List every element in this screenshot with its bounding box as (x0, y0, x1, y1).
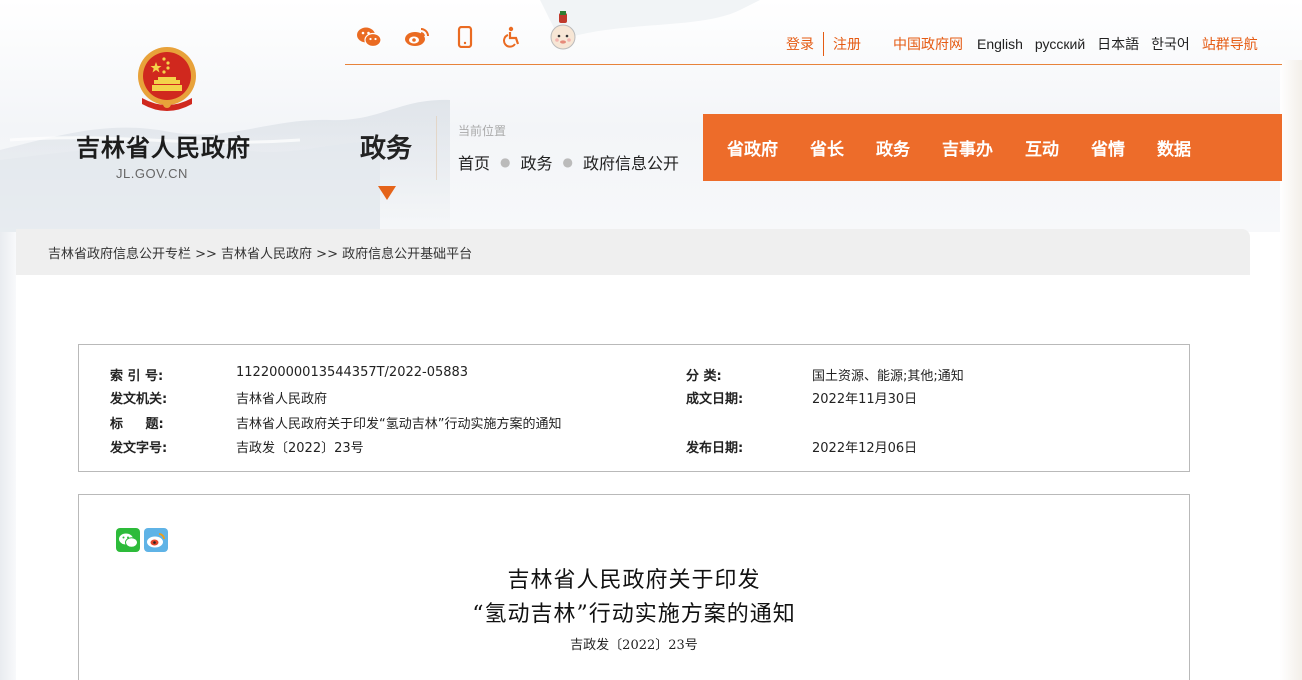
accessibility-icon[interactable] (500, 24, 526, 50)
meta-issuer-label: 发文机关: (110, 392, 168, 407)
japanese-link[interactable]: 日本語 (1097, 34, 1139, 54)
location-zhengwu-link[interactable]: 政务 (521, 150, 553, 174)
meta-written-row: 成文日期: (686, 388, 743, 407)
meta-publish-value: 2022年12月06日 (812, 441, 918, 456)
meta-category-value-wrap: 国土资源、能源;其他;通知 (812, 365, 964, 384)
meta-index-value: 11220000013544357T/2022-05883 (236, 365, 469, 380)
right-decoration (1280, 60, 1302, 680)
meta-title-value: 吉林省人民政府关于印发“氢动吉林”行动实施方案的通知 (236, 417, 562, 432)
meta-publish-value-wrap: 2022年12月06日 (812, 437, 917, 456)
register-link[interactable]: 注册 (833, 34, 861, 54)
top-divider (345, 64, 1282, 65)
nav-item-province-info[interactable]: 省情 (1091, 135, 1125, 160)
share-buttons (116, 528, 168, 552)
nav-item-governor[interactable]: 省长 (810, 135, 844, 160)
breadcrumb: 吉林省政府信息公开专栏 >> 吉林省人民政府 >> 政府信息公开基础平台 (16, 229, 1250, 275)
meta-publish-row: 发布日期: (686, 437, 743, 456)
meta-written-value-wrap: 2022年11月30日 (812, 388, 917, 407)
top-links: 登录 注册 中国政府网 English русский 日本語 한국어 站群导航 (786, 32, 1258, 56)
divider (823, 32, 824, 56)
site-nav-link[interactable]: 站群导航 (1202, 34, 1258, 54)
login-link[interactable]: 登录 (786, 34, 814, 54)
location-breadcrumb: 首页 ● 政务 ● 政府信息公开 (458, 150, 679, 174)
mascot-icon[interactable] (548, 11, 578, 52)
meta-docno-value: 吉政发〔2022〕23号 (236, 441, 364, 456)
wechat-icon[interactable] (356, 24, 382, 50)
national-emblem-icon[interactable] (134, 44, 200, 120)
site-name[interactable]: 吉林省人民政府 (76, 128, 251, 163)
location-info-link[interactable]: 政府信息公开 (583, 150, 679, 174)
utility-icons (356, 11, 578, 52)
document-number: 吉政发〔2022〕23号 (570, 638, 698, 653)
nav-item-interaction[interactable]: 互动 (1025, 135, 1059, 160)
main-nav: 省政府 省长 政务 吉事办 互动 省情 数据 (703, 114, 1282, 181)
meta-category-row: 分 类: (686, 365, 722, 384)
location-home-link[interactable]: 首页 (458, 150, 490, 174)
meta-docno-row: 发文字号: (110, 437, 167, 456)
location-caption: 当前位置 (458, 124, 507, 138)
nav-item-provincial-gov[interactable]: 省政府 (727, 135, 778, 160)
document-title-line1: 吉林省人民政府关于印发 (507, 568, 761, 593)
weibo-icon[interactable] (404, 24, 430, 50)
dot-separator-icon: ● (500, 155, 511, 169)
gov-cn-link[interactable]: 中国政府网 (893, 34, 963, 54)
meta-title-value-wrap: 吉林省人民政府关于印发“氢动吉林”行动实施方案的通知 (236, 413, 561, 432)
meta-docno-label: 发文字号: (110, 441, 168, 456)
meta-category-value: 国土资源、能源;其他;通知 (812, 369, 964, 384)
section-title: 政务 (360, 134, 413, 164)
meta-title-label: 标 题: (110, 417, 164, 432)
weibo-share-icon[interactable] (144, 528, 168, 552)
meta-publish-label: 发布日期: (686, 441, 744, 456)
wechat-share-icon[interactable] (116, 528, 140, 552)
meta-index-value-wrap: 11220000013544357T/2022-05883 (236, 365, 468, 380)
breadcrumb-text[interactable]: 吉林省政府信息公开专栏 >> 吉林省人民政府 >> 政府信息公开基础平台 (48, 243, 472, 262)
meta-written-label: 成文日期: (686, 392, 744, 407)
site-domain: JL.GOV.CN (116, 166, 188, 181)
mobile-icon[interactable] (452, 24, 478, 50)
triangle-down-icon (378, 186, 396, 200)
nav-item-affairs[interactable]: 政务 (876, 135, 910, 160)
divider (436, 116, 437, 180)
english-link[interactable]: English (977, 36, 1023, 52)
meta-written-value: 2022年11月30日 (812, 392, 918, 407)
meta-index-label: 索 引 号: (110, 369, 164, 384)
dot-separator-icon: ● (562, 155, 573, 169)
meta-title-row: 标 题: (110, 413, 164, 432)
nav-item-services[interactable]: 吉事办 (942, 135, 993, 160)
meta-index-row: 索 引 号: (110, 365, 163, 384)
meta-issuer-value-wrap: 吉林省人民政府 (236, 388, 327, 407)
meta-issuer-value: 吉林省人民政府 (236, 392, 328, 407)
korean-link[interactable]: 한국어 (1151, 34, 1190, 54)
meta-docno-value-wrap: 吉政发〔2022〕23号 (236, 437, 364, 456)
russian-link[interactable]: русский (1035, 36, 1085, 52)
meta-issuer-row: 发文机关: (110, 388, 167, 407)
meta-category-label: 分 类: (686, 369, 722, 384)
nav-item-data[interactable]: 数据 (1157, 135, 1191, 160)
document-title-line2: “氢动吉林”行动实施方案的通知 (472, 602, 796, 627)
